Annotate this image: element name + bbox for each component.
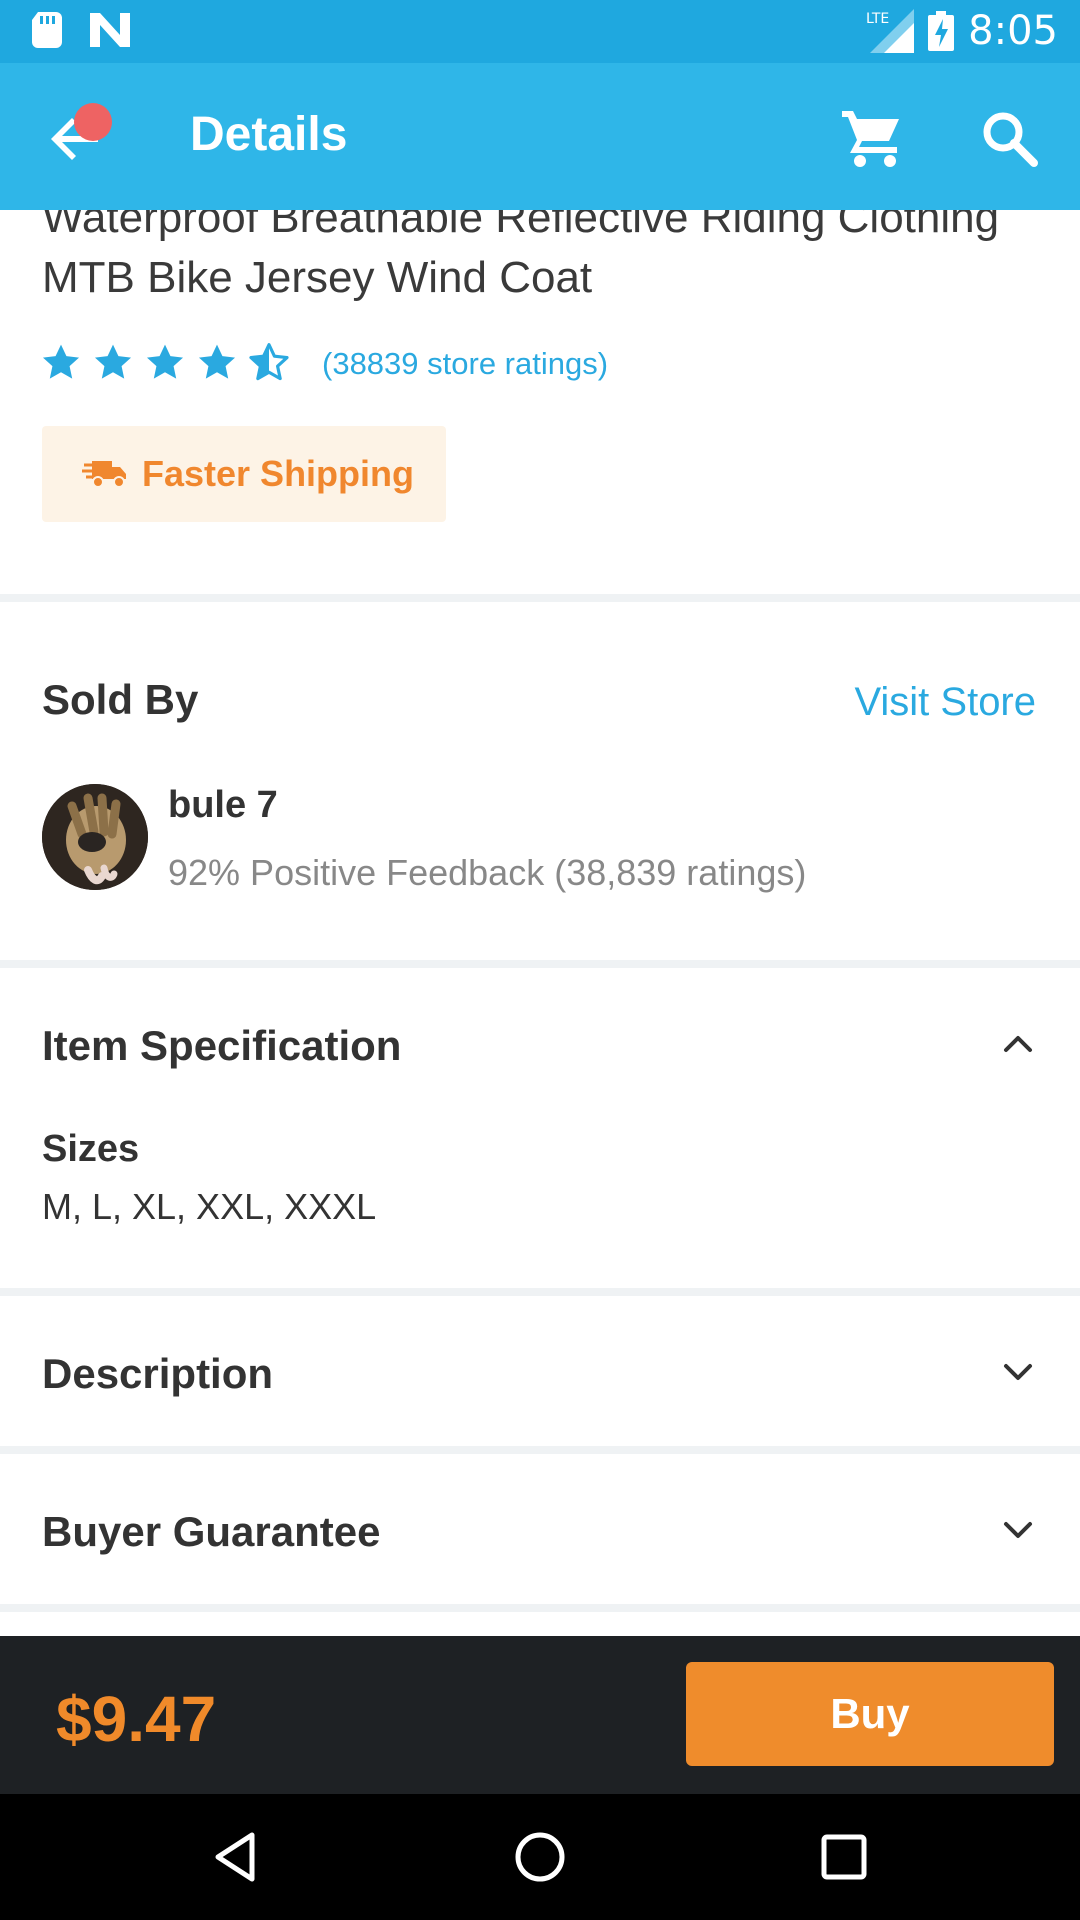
spec-value-sizes: M, L, XL, XXL, XXXL — [42, 1186, 377, 1227]
recents-square-icon[interactable] — [814, 1827, 874, 1887]
star-full-icon — [94, 344, 132, 379]
star-full-icon — [198, 344, 236, 379]
buy-button[interactable]: Buy — [686, 1662, 1054, 1766]
app-bar: Details — [0, 63, 1080, 210]
store-ratings-link[interactable]: (38839 store ratings) — [322, 346, 608, 382]
status-bar: LTE 8:05 — [0, 0, 1080, 63]
description-header[interactable]: Description — [42, 1350, 273, 1398]
rating-stars — [40, 342, 290, 384]
lte-signal-icon: LTE — [866, 9, 915, 53]
buyer-guarantee-header[interactable]: Buyer Guarantee — [42, 1508, 380, 1556]
product-title-region: Waterproof Breathable Reflective Riding … — [0, 210, 1080, 610]
seller-name: bule 7 — [168, 784, 278, 826]
system-nav-bar — [0, 1794, 1080, 1920]
search-icon — [983, 112, 1038, 167]
seller-avatar[interactable] — [42, 784, 148, 890]
star-half-icon — [249, 343, 289, 381]
search-button[interactable] — [976, 105, 1046, 175]
star-full-icon — [42, 344, 80, 379]
cart-icon — [842, 111, 899, 167]
truck-icon — [82, 461, 126, 488]
faster-shipping-badge: Faster Shipping — [42, 426, 446, 522]
chevron-down-icon[interactable] — [998, 1510, 1038, 1550]
n-notification-icon — [90, 13, 130, 47]
home-circle-icon[interactable] — [510, 1827, 570, 1887]
seller-feedback: 92% Positive Feedback (38,839 ratings) — [168, 852, 807, 893]
bottom-action-bar: $9.47 Buy — [0, 1636, 1080, 1794]
section-divider — [0, 1604, 1080, 1612]
chevron-down-icon[interactable] — [998, 1352, 1038, 1392]
section-divider — [0, 1288, 1080, 1296]
back-triangle-icon[interactable] — [206, 1827, 266, 1887]
price: $9.47 — [56, 1683, 217, 1755]
product-title: Waterproof Breathable Reflective Riding … — [42, 210, 1000, 302]
clock: 8:05 — [968, 8, 1058, 54]
sd-card-icon — [32, 12, 62, 48]
section-divider — [0, 1446, 1080, 1454]
lte-label: LTE — [866, 11, 889, 27]
cart-button[interactable] — [836, 103, 906, 173]
star-full-icon — [146, 344, 184, 379]
chevron-up-icon[interactable] — [998, 1024, 1038, 1064]
visit-store-link[interactable]: Visit Store — [854, 680, 1036, 725]
glove-image — [42, 784, 148, 890]
section-divider — [0, 594, 1080, 602]
sold-by-title: Sold By — [42, 676, 199, 723]
spec-key-sizes: Sizes — [42, 1128, 140, 1170]
faster-shipping-label: Faster Shipping — [142, 453, 415, 494]
item-specification-header[interactable]: Item Specification — [42, 1022, 401, 1070]
battery-charging-icon — [928, 11, 955, 51]
section-divider — [0, 960, 1080, 968]
notification-dot — [74, 103, 112, 141]
page-title: Details — [190, 108, 348, 161]
